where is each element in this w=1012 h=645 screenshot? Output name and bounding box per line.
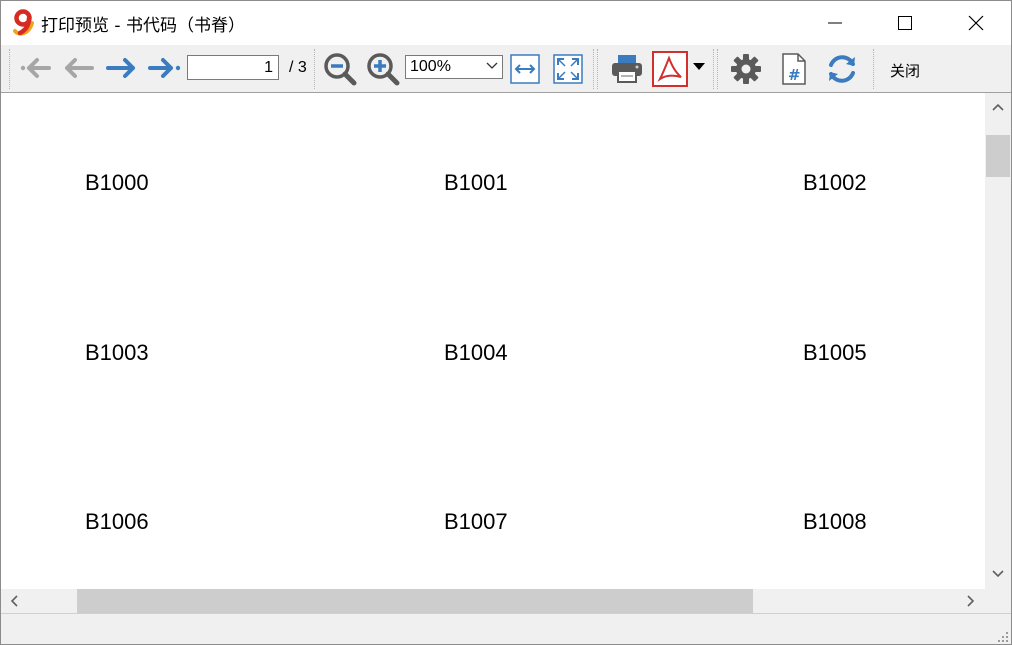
printer-icon [612,55,642,83]
book-code-label: B1000 [85,170,149,195]
toolbar-separator [717,49,718,89]
scroll-right-icon[interactable] [967,595,975,607]
window-title: 打印预览 - 书代码（书脊） [41,16,245,36]
zoom-out-icon [324,53,357,86]
print-button[interactable] [607,51,647,87]
toolbar: 1 / 3 100% # 关闭 [1,45,1011,93]
last-page-button[interactable] [147,53,183,83]
maximize-icon [898,16,912,30]
maximize-button[interactable] [882,1,928,45]
prev-page-button[interactable] [61,53,95,83]
chevron-down-icon [486,62,498,69]
zoom-value: 100% [410,58,451,75]
first-page-arrow-icon [20,58,51,78]
scroll-left-icon[interactable] [10,595,18,607]
settings-button[interactable] [727,51,765,87]
page-number-input[interactable]: 1 [187,55,279,80]
zoom-select[interactable]: 100% [405,55,503,79]
toolbar-separator [9,49,10,89]
title-bar[interactable]: 打印预览 - 书代码（书脊） [1,1,1011,45]
book-code-label: B1007 [444,509,508,534]
scroll-down-icon[interactable] [992,570,1004,578]
toolbar-separator [597,49,598,89]
app-logo-icon [13,9,34,36]
fit-page-button[interactable] [552,53,584,85]
resize-grip-icon[interactable] [997,631,1009,643]
prev-page-arrow-icon [65,58,94,78]
close-icon [968,15,984,31]
book-code-label: B1006 [85,509,149,534]
horizontal-scrollbar[interactable] [1,589,985,613]
minimize-button[interactable] [812,1,858,45]
zoom-in-icon [367,53,400,86]
toolbar-separator [873,49,874,89]
scroll-up-icon[interactable] [992,103,1004,111]
refresh-button[interactable] [823,51,861,87]
dropdown-arrow-icon [693,63,705,70]
vertical-scrollbar[interactable] [985,93,1011,589]
fit-width-button[interactable] [509,53,541,85]
toolbar-separator [314,49,315,89]
close-window-button[interactable] [953,1,999,45]
minimize-icon [828,22,842,24]
book-code-label: B1002 [803,170,867,195]
pdf-dropdown-button[interactable] [691,60,707,74]
toolbar-separator [593,49,594,89]
fit-page-icon [553,54,583,84]
scroll-corner [985,589,1011,613]
gear-icon [731,54,761,84]
vertical-scroll-thumb[interactable] [986,135,1010,177]
page-number-icon: # [782,53,806,85]
zoom-in-button[interactable] [364,51,402,87]
page-number-setting-button[interactable]: # [777,51,811,87]
first-page-button[interactable] [19,53,53,83]
book-code-label: B1003 [85,340,149,365]
next-page-button[interactable] [105,53,139,83]
toolbar-separator [713,49,714,89]
book-code-label: B1008 [803,509,867,534]
print-preview-window: 打印预览 - 书代码（书脊） 1 / 3 100% # 关闭 B1000 B10… [0,0,1012,645]
export-pdf-button[interactable] [651,51,689,87]
preview-page: B1000 B1001 B1002 B1003 B1004 B1005 B100… [1,93,985,589]
svg-text:#: # [788,66,801,84]
book-code-label: B1001 [444,170,508,195]
last-page-arrow-icon [148,58,181,78]
next-page-arrow-icon [106,58,135,78]
horizontal-scroll-thumb[interactable] [77,589,753,613]
fit-width-icon [510,54,540,84]
book-code-label: B1005 [803,340,867,365]
page-total-label: / 3 [289,59,307,76]
refresh-icon [829,55,855,83]
zoom-out-button[interactable] [321,51,359,87]
status-bar [1,613,1011,644]
close-preview-button[interactable]: 关闭 [890,60,920,81]
pdf-icon [652,51,688,87]
book-code-label: B1004 [444,340,508,365]
